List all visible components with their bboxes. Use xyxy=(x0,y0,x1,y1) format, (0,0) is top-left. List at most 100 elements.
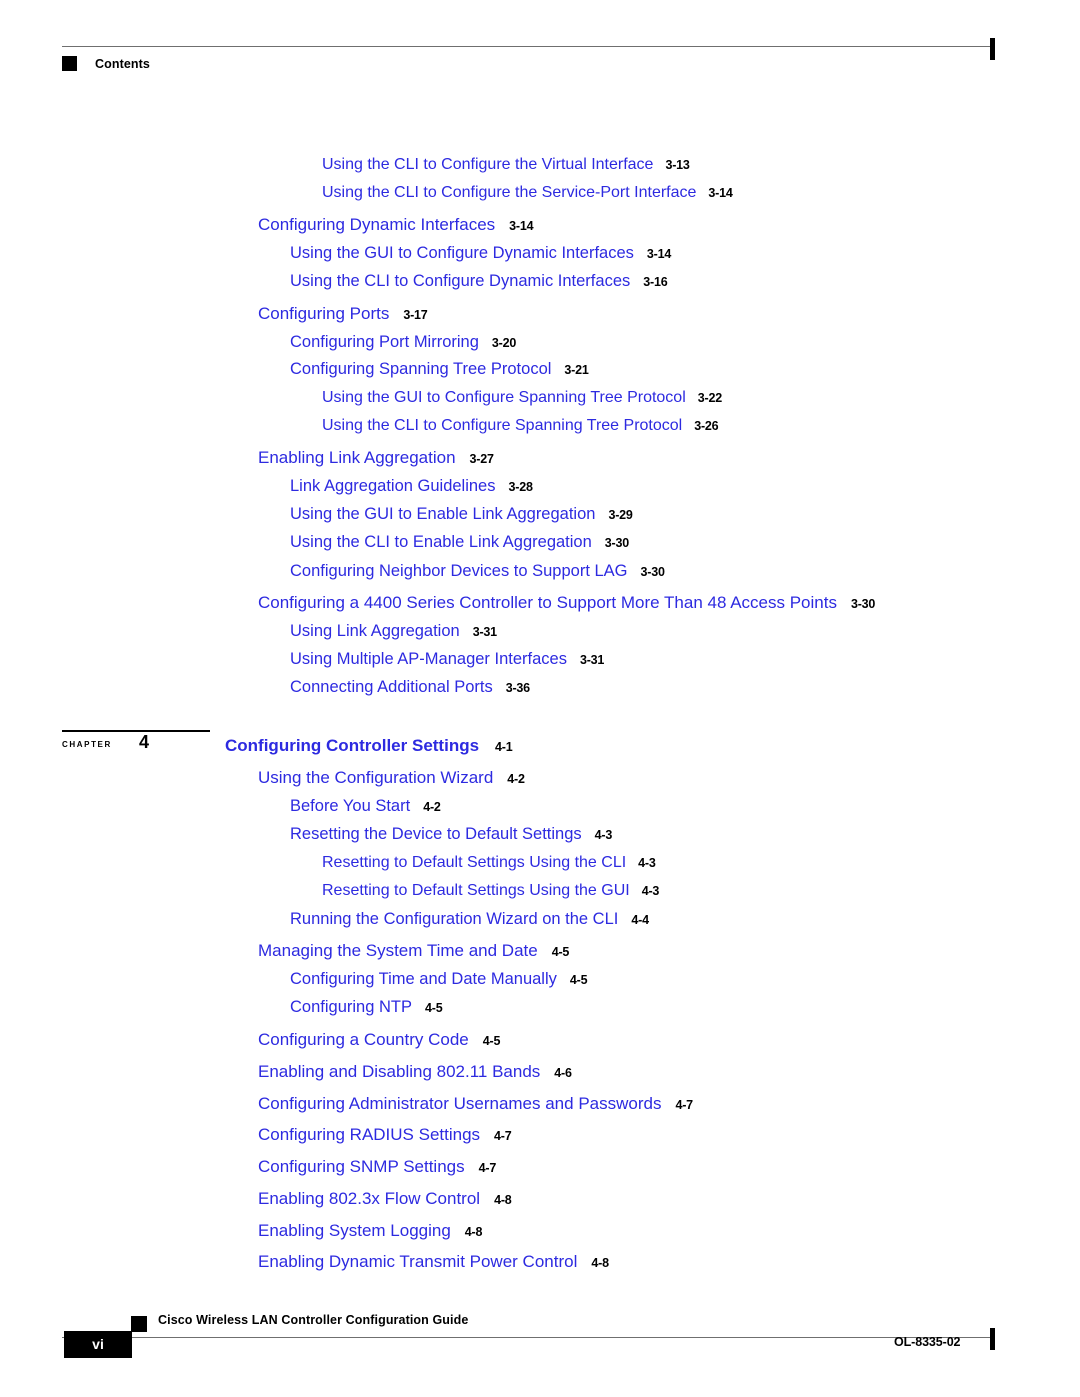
toc-entry-title: Using the CLI to Configure Spanning Tree… xyxy=(322,417,683,434)
toc-entry-title: Configuring a 4400 Series Controller to … xyxy=(258,593,837,612)
toc-entry-page-number: 4-7 xyxy=(494,1129,512,1143)
toc-entry[interactable]: Configuring Administrator Usernames and … xyxy=(258,1095,693,1112)
header-section-label: Contents xyxy=(95,57,150,71)
toc-entry[interactable]: Resetting to Default Settings Using the … xyxy=(322,883,659,899)
toc-entry-title: Using the CLI to Enable Link Aggregation xyxy=(290,533,592,551)
toc-entry[interactable]: Using the Configuration Wizard 4-2 xyxy=(258,769,525,786)
toc-entry-page-number: 4-6 xyxy=(554,1066,572,1080)
toc-entry-title: Configuring Ports xyxy=(258,304,390,323)
toc-entry[interactable]: Resetting the Device to Default Settings… xyxy=(290,826,612,843)
toc-entry[interactable]: Using the CLI to Enable Link Aggregation… xyxy=(290,534,629,551)
toc-entry[interactable]: Using the CLI to Configure Dynamic Inter… xyxy=(290,272,668,290)
header-edge-tick-mark xyxy=(990,38,995,60)
toc-entry-title: Using the CLI to Configure Dynamic Inter… xyxy=(290,272,631,290)
toc-entry-title: Configuring Spanning Tree Protocol xyxy=(290,360,552,378)
toc-entry[interactable]: Link Aggregation Guidelines 3-28 xyxy=(290,478,533,495)
toc-entry-title: Enabling 802.3x Flow Control xyxy=(258,1189,481,1208)
page-header: Contents xyxy=(0,0,1080,100)
toc-entry[interactable]: Resetting to Default Settings Using the … xyxy=(322,855,656,871)
toc-entry-title: Configuring Administrator Usernames and … xyxy=(258,1094,662,1113)
toc-entry-page-number: 3-31 xyxy=(579,653,605,667)
toc-entry-title: Using the CLI to Configure the Service-P… xyxy=(322,184,697,201)
toc-entry-page-number: 3-28 xyxy=(508,480,533,494)
toc-entry-page-number: 4-8 xyxy=(494,1193,512,1207)
toc-entry[interactable]: Configuring Ports 3-17 xyxy=(258,305,428,322)
toc-entry-page-number: 3-26 xyxy=(694,419,719,433)
toc-entry[interactable]: Enabling 802.3x Flow Control 4-8 xyxy=(258,1190,512,1207)
toc-entry-page-number: 3-14 xyxy=(646,247,672,261)
toc-entry-title: Before You Start xyxy=(290,797,411,815)
toc-entry-page-number: 3-20 xyxy=(491,336,517,350)
toc-entry[interactable]: Enabling and Disabling 802.11 Bands 4-6 xyxy=(258,1063,572,1080)
toc-entry-chapter-title[interactable]: Configuring Controller Settings 4-1 xyxy=(225,737,513,754)
toc-entry-page-number: 3-31 xyxy=(472,625,497,639)
toc-entry[interactable]: Using the CLI to Configure Spanning Tree… xyxy=(322,417,719,434)
toc-entry-title: Enabling System Logging xyxy=(258,1221,451,1240)
toc-entry-page-number: 4-3 xyxy=(594,828,613,842)
toc-entry-title: Using the GUI to Enable Link Aggregation xyxy=(290,505,596,523)
toc-entry-title: Enabling Link Aggregation xyxy=(258,448,456,467)
toc-entry[interactable]: Running the Configuration Wizard on the … xyxy=(290,911,649,928)
toc-entry-page-number: 3-14 xyxy=(509,219,534,233)
toc-entry-title: Configuring NTP xyxy=(290,998,412,1016)
toc-entry-page-number: 3-30 xyxy=(850,597,876,611)
toc-entry-page-number: 4-3 xyxy=(641,884,660,898)
toc-entry[interactable]: Managing the System Time and Date 4-5 xyxy=(258,942,569,959)
toc-entry[interactable]: Using the CLI to Configure the Virtual I… xyxy=(322,157,690,173)
toc-entry-title: Using the GUI to Configure Spanning Tree… xyxy=(322,389,686,406)
toc-entry[interactable]: Before You Start 4-2 xyxy=(290,798,441,815)
toc-entry-title: Link Aggregation Guidelines xyxy=(290,477,496,495)
black-square-marker-icon xyxy=(131,1316,147,1332)
footer-document-id: OL-8335-02 xyxy=(894,1335,961,1349)
toc-entry-page-number: 4-2 xyxy=(507,772,525,786)
toc-entry[interactable]: Enabling Link Aggregation 3-27 xyxy=(258,449,494,466)
toc-entry[interactable]: Configuring Dynamic Interfaces 3-14 xyxy=(258,216,534,233)
toc-entry[interactable]: Using the GUI to Configure Spanning Tree… xyxy=(322,390,722,406)
footer-guide-title: Cisco Wireless LAN Controller Configurat… xyxy=(158,1313,469,1327)
toc-entry[interactable]: Configuring a Country Code 4-5 xyxy=(258,1031,500,1048)
toc-entry[interactable]: Configuring a 4400 Series Controller to … xyxy=(258,594,875,611)
toc-entry[interactable]: Configuring Spanning Tree Protocol 3-21 xyxy=(290,361,589,378)
toc-entry-page-number: 3-16 xyxy=(643,275,668,289)
toc-entry[interactable]: Using Multiple AP-Manager Interfaces 3-31 xyxy=(290,651,604,668)
toc-entry[interactable]: Enabling Dynamic Transmit Power Control 4… xyxy=(258,1253,609,1270)
toc-entry[interactable]: Configuring Neighbor Devices to Support … xyxy=(290,563,665,580)
toc-entry-title: Configuring SNMP Settings xyxy=(258,1157,465,1176)
toc-entry-title: Using the Configuration Wizard xyxy=(258,768,494,787)
toc-entry[interactable]: Enabling System Logging 4-8 xyxy=(258,1222,482,1239)
toc-entry[interactable]: Using the GUI to Enable Link Aggregation… xyxy=(290,506,633,523)
toc-entry[interactable]: Configuring Time and Date Manually 4-5 xyxy=(290,970,588,988)
chapter-number: 4 xyxy=(139,732,150,752)
toc-entry[interactable]: Configuring SNMP Settings 4-7 xyxy=(258,1158,496,1175)
toc-entry-page-number: 3-22 xyxy=(697,391,722,405)
toc-entry-title: Running the Configuration Wizard on the … xyxy=(290,910,619,928)
toc-entry-page-number: 3-13 xyxy=(665,158,690,172)
toc-entry-title: Configuring Time and Date Manually xyxy=(290,970,557,988)
toc-entry-page-number: 4-8 xyxy=(591,1256,609,1270)
toc-entry-title: Connecting Additional Ports xyxy=(290,678,493,696)
toc-entry-page-number: 4-8 xyxy=(464,1225,483,1239)
toc-entry-title: Using the CLI to Configure the Virtual I… xyxy=(322,156,654,173)
footer-divider xyxy=(62,1337,992,1338)
toc-entry-page-number: 4-2 xyxy=(423,800,441,814)
chapter-rule xyxy=(62,730,210,732)
toc-entry-page-number: 4-5 xyxy=(424,1001,443,1015)
toc-entry-page-number: 4-5 xyxy=(482,1034,501,1048)
toc-entry[interactable]: Using the CLI to Configure the Service-P… xyxy=(322,185,733,201)
toc-entry[interactable]: Configuring Port Mirroring 3-20 xyxy=(290,334,516,351)
toc-entry[interactable]: Using Link Aggregation 3-31 xyxy=(290,623,497,640)
toc-entry[interactable]: Configuring RADIUS Settings 4-7 xyxy=(258,1126,512,1143)
toc-entry-page-number: 4-3 xyxy=(638,856,656,870)
toc-entry[interactable]: Connecting Additional Ports 3-36 xyxy=(290,679,530,696)
toc-entry[interactable]: Configuring NTP 4-5 xyxy=(290,998,443,1016)
toc-entry-title: Using Multiple AP-Manager Interfaces xyxy=(290,650,567,668)
toc-entry-page-number: 4-1 xyxy=(495,740,513,754)
toc-entry-page-number: 3-17 xyxy=(403,308,428,322)
toc-entry[interactable]: Using the GUI to Configure Dynamic Inter… xyxy=(290,245,671,262)
toc-entry-title: Resetting to Default Settings Using the … xyxy=(322,854,627,871)
toc-entry-page-number: 4-5 xyxy=(551,945,570,959)
toc-entry-page-number: 3-30 xyxy=(604,536,630,550)
toc-page: Contents Using the CLI to Configure the … xyxy=(0,0,1080,1397)
toc-entry-page-number: 4-7 xyxy=(478,1161,497,1175)
toc-entry-page-number: 3-30 xyxy=(640,565,665,579)
